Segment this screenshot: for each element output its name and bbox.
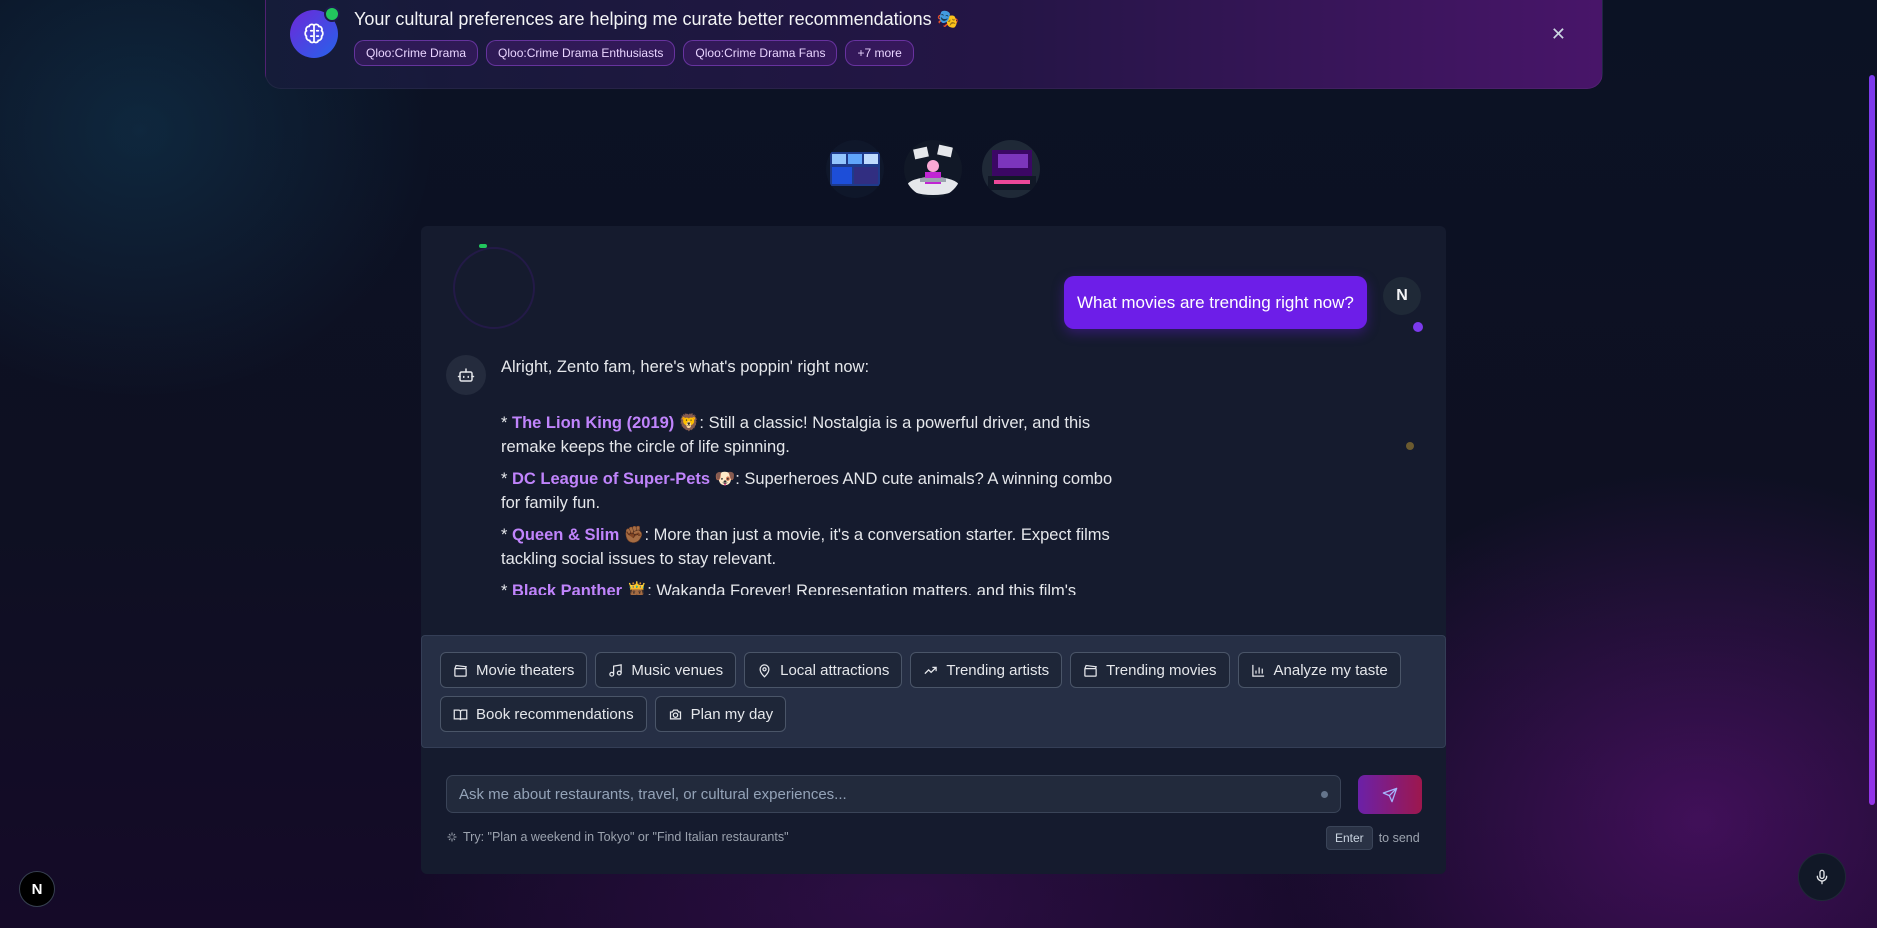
emoji: ✊🏾 [619, 526, 645, 544]
action-label: Analyze my taste [1273, 661, 1388, 679]
enter-key: Enter [1326, 826, 1373, 850]
bar-chart-icon [1251, 664, 1264, 677]
movie-description: : Wakanda Forever! Representation matter… [647, 582, 1077, 595]
microphone-icon [1816, 869, 1828, 885]
music-note-icon [609, 663, 623, 677]
dev-tools-badge[interactable]: N [19, 871, 55, 907]
clapperboard-icon [1084, 664, 1098, 677]
trending-artists-button[interactable]: Trending artists [910, 652, 1063, 688]
list-item: * DC League of Super-Pets 🐶: Superheroes… [501, 467, 1131, 515]
bot-avatar [446, 355, 486, 395]
sparkle-icon [447, 832, 457, 842]
feature-thumbnails [826, 140, 1040, 198]
bullet: * [501, 526, 513, 544]
plan-my-day-button[interactable]: Plan my day [654, 696, 787, 732]
emoji: 🤴🏾 [622, 582, 648, 595]
trending-movies-button[interactable]: Trending movies [1070, 652, 1230, 688]
list-item: * Black Panther 🤴🏾: Wakanda Forever! Rep… [501, 579, 1131, 595]
bullet: * [501, 414, 513, 432]
action-label: Music venues [631, 661, 724, 679]
robot-icon [457, 368, 475, 382]
person-laptop-thumbnail[interactable] [904, 140, 962, 198]
movie-title: The Lion King (2019) [512, 414, 675, 432]
camera-icon [669, 709, 681, 719]
microphone-button[interactable] [1798, 853, 1846, 901]
emoji: 🐶 [710, 470, 736, 488]
action-label: Plan my day [690, 705, 774, 723]
list-item: * The Lion King (2019) 🦁: Still a classi… [501, 411, 1131, 459]
hint-text: Try: "Plan a weekend in Tokyo" or "Find … [463, 830, 789, 844]
user-avatar: N [1383, 277, 1421, 315]
user-message-text: What movies are trending right now? [1077, 292, 1354, 312]
book-open-icon [453, 709, 468, 720]
action-label: Movie theaters [476, 661, 575, 679]
preference-chip[interactable]: Qloo:Crime Drama [354, 40, 479, 66]
action-label: Local attractions [780, 661, 890, 679]
send-icon [1382, 787, 1398, 802]
neon-room-thumbnail[interactable] [982, 140, 1040, 198]
movie-theaters-button[interactable]: Movie theaters [440, 652, 588, 688]
bullet: * [501, 582, 513, 595]
preference-chip[interactable]: Qloo:Crime Drama Fans [683, 40, 838, 66]
movie-title: DC League of Super-Pets [512, 470, 711, 488]
input-hint: Try: "Plan a weekend in Tokyo" or "Find … [446, 830, 789, 844]
bullet: * [501, 470, 513, 488]
typing-indicator-dot [1406, 442, 1414, 450]
close-icon[interactable]: ✕ [1551, 24, 1566, 45]
chat-input-wrapper [446, 775, 1341, 813]
send-hint-text: to send [1378, 831, 1420, 845]
message-status-dot [1413, 322, 1423, 332]
local-attractions-button[interactable]: Local attractions [744, 652, 903, 688]
music-venues-button[interactable]: Music venues [595, 652, 737, 688]
preference-chip[interactable]: Qloo:Crime Drama Enthusiasts [486, 40, 676, 66]
bot-message: Alright, Zento fam, here's what's poppin… [501, 355, 1131, 595]
action-label: Trending movies [1106, 661, 1217, 679]
analyze-taste-button[interactable]: Analyze my taste [1237, 652, 1401, 688]
more-chips-button[interactable]: +7 more [845, 40, 914, 66]
preferences-banner: Your cultural preferences are helping me… [265, 0, 1603, 89]
action-label: Trending artists [946, 661, 1050, 679]
trending-up-icon [924, 666, 938, 674]
input-status-dot [1321, 790, 1328, 798]
preference-chips: Qloo:Crime Drama Qloo:Crime Drama Enthus… [354, 40, 914, 66]
cinema-thumbnail[interactable] [826, 140, 884, 198]
loading-ring-indicator [479, 244, 487, 248]
action-label: Book recommendations [476, 705, 634, 723]
send-shortcut-hint: Enter to send [1326, 826, 1420, 850]
online-status-dot [324, 6, 340, 22]
user-message: What movies are trending right now? [1064, 276, 1367, 329]
clapperboard-icon [454, 664, 467, 677]
list-item: * Queen & Slim ✊🏾: More than just a movi… [501, 523, 1131, 571]
send-button[interactable] [1358, 775, 1422, 814]
chat-input[interactable] [447, 785, 1321, 803]
movie-title: Queen & Slim [512, 526, 620, 544]
book-recommendations-button[interactable]: Book recommendations [440, 696, 647, 732]
quick-actions: Movie theaters Music venues Local attrac… [421, 635, 1446, 748]
page-scrollbar[interactable] [1869, 75, 1875, 805]
emoji: 🦁 [674, 414, 700, 432]
brain-logo-icon [290, 6, 340, 58]
movie-title: Black Panther [512, 582, 623, 595]
bot-message-intro: Alright, Zento fam, here's what's poppin… [501, 358, 870, 376]
loading-ring [453, 244, 535, 329]
map-pin-icon [759, 663, 770, 678]
banner-title: Your cultural preferences are helping me… [354, 9, 960, 29]
